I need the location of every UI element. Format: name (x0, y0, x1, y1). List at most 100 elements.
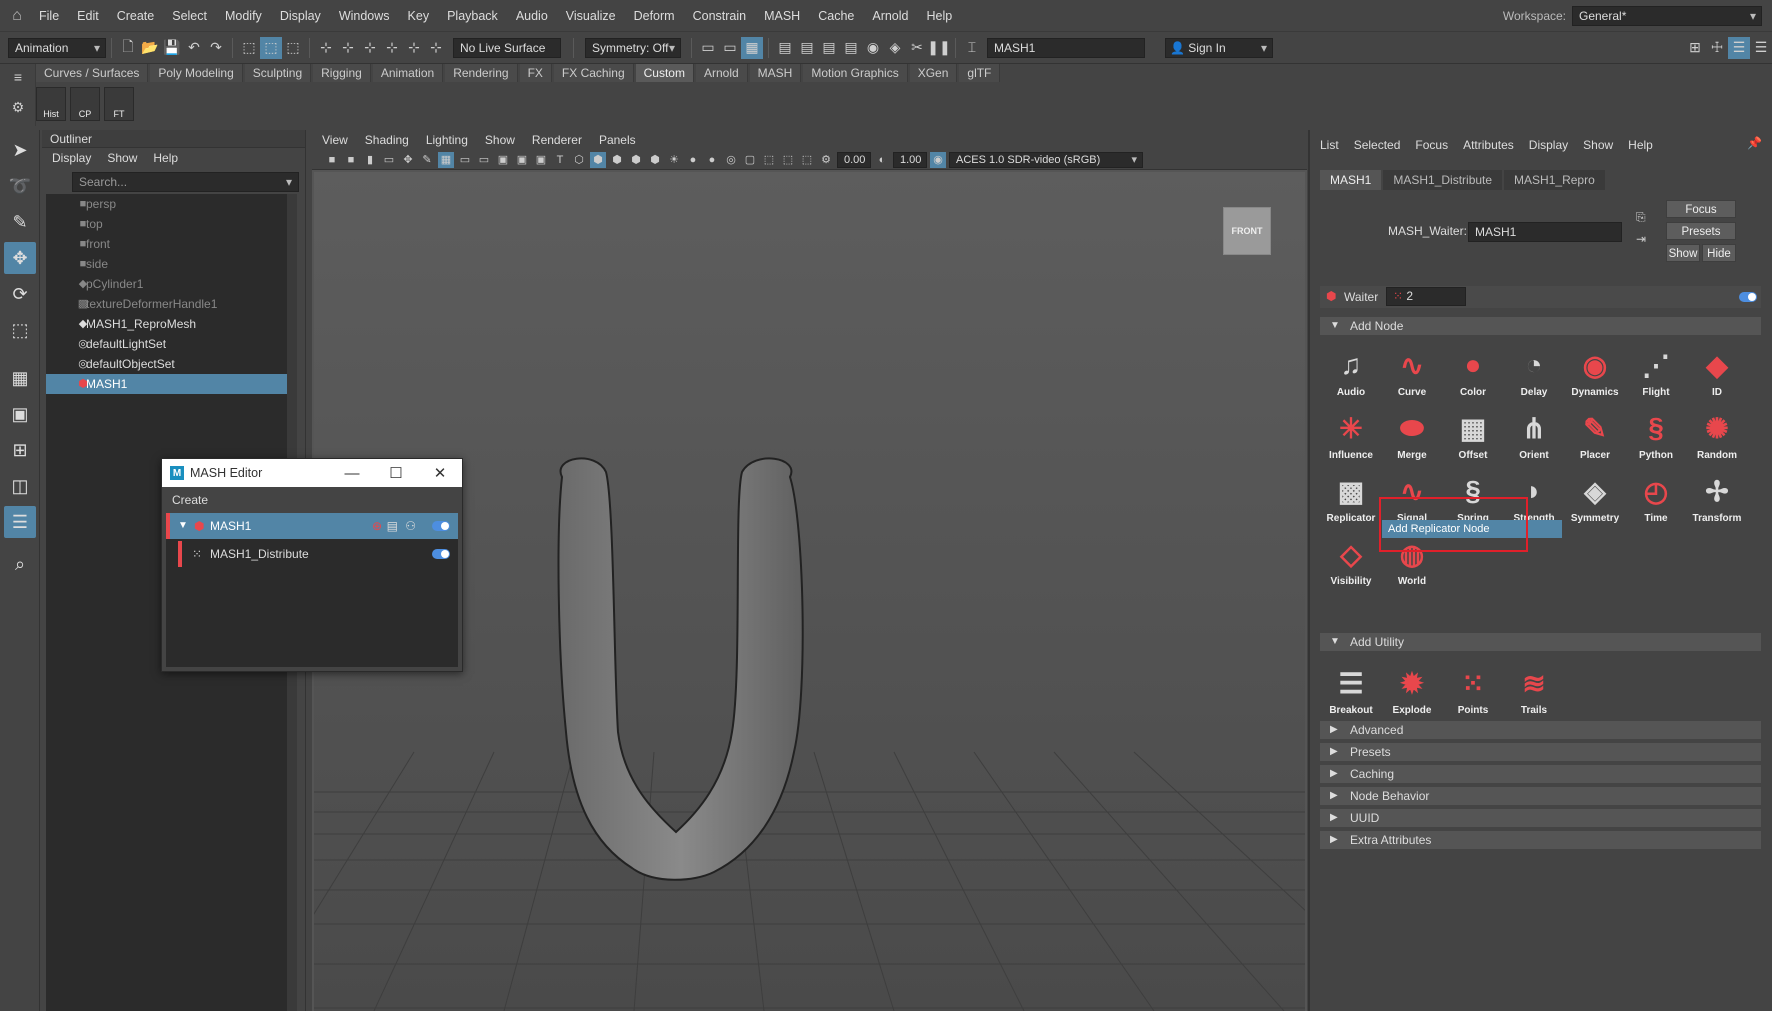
id-node-button[interactable]: ◆ ID (1688, 340, 1746, 400)
select-component-icon[interactable]: ⬚ (282, 37, 304, 59)
random-node-button[interactable]: ✺ Random (1688, 403, 1746, 463)
shelf-button-ft[interactable]: FT (104, 87, 134, 121)
menu-file[interactable]: File (30, 0, 68, 32)
color-node-button[interactable]: ● Color (1444, 340, 1502, 400)
outliner-item-default-object-set[interactable]: ◎ defaultObjectSet (46, 354, 292, 374)
xray-components-icon[interactable]: ⬚ (799, 152, 815, 168)
replicator-node-button[interactable]: ▩ Replicator (1322, 466, 1380, 526)
outliner-item-persp[interactable]: ■ persp (46, 194, 292, 214)
live-surface-field[interactable]: No Live Surface (453, 37, 561, 58)
mode-dropdown[interactable]: Animation (8, 37, 106, 58)
mash-editor-row-mash1[interactable]: ▼ ⬢ MASH1 ⊕ ▤ ⚇ (166, 513, 458, 539)
pause-icon[interactable]: ❚❚ (927, 37, 950, 59)
menu-audio[interactable]: Audio (507, 0, 557, 32)
shelf-tab-sculpting[interactable]: Sculpting (244, 64, 312, 82)
textured-icon[interactable]: ⬢ (628, 152, 644, 168)
four-view-layout-icon[interactable]: ⊞ (4, 434, 36, 466)
menu-display[interactable]: Display (271, 0, 330, 32)
viewport-menu-lighting[interactable]: Lighting (426, 130, 468, 150)
gate-mask-icon[interactable]: ▣ (495, 152, 511, 168)
ae-menu-help[interactable]: Help (1628, 135, 1653, 155)
use-all-lights-icon[interactable]: ⬢ (647, 152, 663, 168)
render-frame-icon[interactable]: ▭ (719, 37, 741, 59)
shelf-tab-custom[interactable]: Custom (635, 64, 694, 82)
shelf-tab-fx-caching[interactable]: FX Caching (553, 64, 634, 82)
attribute-editor-toggle-icon[interactable]: ☰ (1728, 36, 1750, 59)
outliner-menu-display[interactable]: Display (52, 148, 91, 168)
snap-curve-icon[interactable]: ⊹ (337, 37, 359, 59)
shelf-menu-icon[interactable]: ≡ (7, 66, 29, 88)
presets-button[interactable]: Presets (1666, 222, 1736, 240)
ae-menu-display[interactable]: Display (1529, 135, 1568, 155)
menu-mash[interactable]: MASH (755, 0, 809, 32)
waiter-enable-toggle[interactable] (1739, 292, 1757, 302)
menu-visualize[interactable]: Visualize (557, 0, 625, 32)
arnold-ipr-icon[interactable]: ◈ (884, 37, 906, 59)
view-cube-front[interactable]: FRONT (1223, 207, 1271, 255)
camera-select-icon[interactable]: ■ (324, 152, 340, 168)
pin-icon[interactable]: 📌 (1747, 136, 1762, 150)
motion-blur-icon[interactable]: ● (704, 152, 720, 168)
ae-menu-show[interactable]: Show (1583, 135, 1613, 155)
select-object-icon[interactable]: ⬚ (260, 36, 282, 59)
outliner-item-default-light-set[interactable]: ◎ defaultLightSet (46, 334, 292, 354)
breakout-node-button[interactable]: ☰ Breakout (1322, 658, 1380, 718)
trails-node-button[interactable]: ≋ Trails (1505, 658, 1563, 718)
orient-node-button[interactable]: ⋔ Orient (1505, 403, 1563, 463)
shelf-tab-rigging[interactable]: Rigging (313, 64, 371, 82)
color-management-icon[interactable]: ◉ (930, 151, 946, 168)
points-node-button[interactable]: ⁙ Points (1444, 658, 1502, 718)
select-hierarchy-icon[interactable]: ⬚ (238, 37, 260, 59)
python-node-button[interactable]: § Python (1627, 403, 1685, 463)
visibility-node-button[interactable]: ◇ Visibility (1322, 529, 1380, 589)
redo-icon[interactable]: ↷ (205, 37, 227, 59)
menu-key[interactable]: Key (399, 0, 439, 32)
wireframe-on-shaded-icon[interactable]: ⬢ (609, 152, 625, 168)
perspective-layout-icon[interactable]: ▣ (4, 398, 36, 430)
menu-playback[interactable]: Playback (438, 0, 507, 32)
delay-node-button[interactable]: ◔ Delay (1505, 340, 1563, 400)
safe-title-icon[interactable]: T (552, 152, 568, 168)
search-icon[interactable]: ⌕ (4, 548, 36, 580)
presets-section-header[interactable]: Presets (1320, 743, 1761, 761)
shelf-tab-curves[interactable]: Curves / Surfaces (36, 64, 149, 82)
exposure-icon[interactable]: ⚙ (818, 152, 834, 168)
extra-attributes-section-header[interactable]: Extra Attributes (1320, 831, 1761, 849)
shelf-tab-gltf[interactable]: glTF (959, 64, 1001, 82)
move-tool-icon[interactable]: ✥ (4, 242, 36, 274)
wireframe-icon[interactable]: ⬡ (571, 152, 587, 168)
render-setup-icon[interactable]: ▤ (818, 37, 840, 59)
ae-menu-focus[interactable]: Focus (1415, 135, 1448, 155)
image-plane-icon[interactable]: ▭ (381, 152, 397, 168)
shelf-tab-poly-modeling[interactable]: Poly Modeling (150, 64, 243, 82)
hypershade-icon[interactable]: ▤ (796, 37, 818, 59)
shelf-tab-motion-graphics[interactable]: Motion Graphics (803, 64, 908, 82)
safe-action-icon[interactable]: ▣ (533, 152, 549, 168)
viewport-menu-view[interactable]: View (322, 130, 348, 150)
lasso-tool-icon[interactable]: ➰ (4, 170, 36, 202)
offset-node-button[interactable]: ▦ Offset (1444, 403, 1502, 463)
input-field-icon[interactable]: ⌶ (961, 37, 983, 59)
ae-tab-mash1[interactable]: MASH1 (1320, 170, 1382, 190)
film-gate-icon[interactable]: ▭ (457, 152, 473, 168)
open-scene-icon[interactable]: 📂 (139, 37, 161, 59)
select-tool-icon[interactable]: ➤ (4, 134, 36, 166)
notes-icon[interactable]: ▤ (387, 513, 398, 539)
object-name-field[interactable]: MASH1 (987, 37, 1145, 58)
xray-joints-icon[interactable]: ⬚ (780, 152, 796, 168)
select-node-icon[interactable]: ⇥ (1636, 232, 1646, 246)
show-button[interactable]: Show (1666, 244, 1700, 262)
render-view-icon[interactable]: ▭ (697, 37, 719, 59)
gamma-field[interactable]: 1.00 (893, 151, 927, 168)
shadows-icon[interactable]: ☀ (666, 152, 682, 168)
symmetry-node-button[interactable]: ◈ Symmetry (1566, 466, 1624, 526)
transform-node-button[interactable]: ✢ Transform (1688, 466, 1746, 526)
menu-windows[interactable]: Windows (330, 0, 399, 32)
bookmark-icon[interactable]: ▮ (362, 152, 378, 168)
paint-select-tool-icon[interactable]: ✎ (4, 206, 36, 238)
minimize-icon[interactable]: — (330, 459, 374, 487)
outliner-item-side[interactable]: ■ side (46, 254, 292, 274)
uuid-section-header[interactable]: UUID (1320, 809, 1761, 827)
mash-editor-row-distribute[interactable]: ⁙ MASH1_Distribute (178, 541, 458, 567)
menu-create[interactable]: Create (108, 0, 164, 32)
